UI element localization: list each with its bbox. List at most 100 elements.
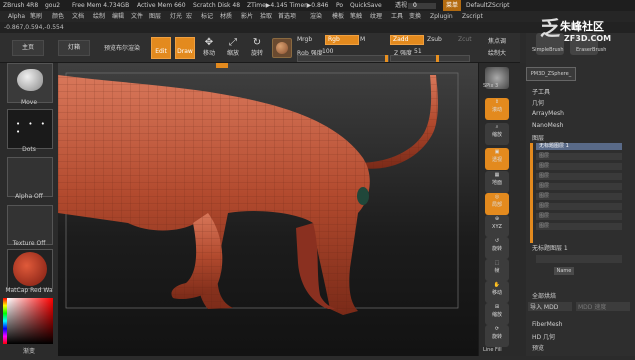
layer-tools-row[interactable] [536, 255, 622, 263]
z-intensity-slider[interactable] [390, 55, 470, 62]
rgb-intensity-slider[interactable] [297, 55, 389, 62]
mdd-speed-slider[interactable]: MDD 速度 [576, 302, 630, 311]
floor-icon: ▦ [494, 172, 500, 178]
layer-row[interactable]: 图层 [536, 193, 622, 200]
zsub-button[interactable]: Zsub [427, 36, 442, 43]
canvas-viewport[interactable] [58, 63, 478, 356]
local-button[interactable]: ◎ 局部 [485, 193, 509, 215]
draw-button[interactable]: Draw [175, 37, 195, 59]
menu-item[interactable]: 首选项 [278, 11, 296, 22]
layer-row[interactable]: 图层 [536, 173, 622, 180]
menu-item[interactable]: 变换 [409, 11, 421, 22]
menu-item[interactable]: 工具 [391, 11, 403, 22]
active-mem: Active Mem 660 [137, 2, 186, 9]
stroke-thumbnail[interactable]: • • • • [7, 109, 53, 149]
default-zscript[interactable]: DefaultZScript [466, 0, 509, 11]
zoom-button[interactable]: ⌕ 缩放 [485, 123, 509, 145]
pm3d-tool[interactable]: PM3D_ZSphere_ [526, 67, 576, 81]
menu-item[interactable]: 笔触 [350, 11, 362, 22]
model-tail [358, 75, 438, 169]
draw-size-label[interactable]: 绘制大 [488, 48, 506, 57]
layer-row[interactable]: 图层 [536, 223, 622, 230]
menu-item[interactable]: 渲染 [310, 11, 322, 22]
layer-row[interactable]: 图层 [536, 183, 622, 190]
move-tool-button[interactable]: ✥ 移动 [199, 37, 219, 57]
menu-item[interactable]: 文件 [131, 11, 143, 22]
layers-menu[interactable]: 图层 [532, 133, 544, 142]
scale-tool-label: 缩放 [226, 50, 239, 57]
menu-item[interactable]: Zscript [462, 11, 483, 22]
rotate-icon: ↻ [252, 37, 262, 48]
mrgb-button[interactable]: Mrgb [297, 36, 312, 43]
texture-thumbnail[interactable] [7, 205, 53, 245]
brush-thumbnail[interactable] [7, 63, 53, 103]
persp-label: 透视 [491, 157, 502, 163]
creature-model [58, 75, 438, 315]
subtool-menu[interactable]: 子工具 [532, 87, 550, 96]
layer-row-active[interactable]: 无标题图层 1 [536, 143, 622, 150]
fibermesh-menu[interactable]: FiberMesh [532, 321, 562, 328]
menu-item[interactable]: 影片 [241, 11, 253, 22]
layer-name-button[interactable]: Name [554, 267, 574, 275]
edit-button[interactable]: Edit [151, 37, 171, 59]
menu-item[interactable]: 纹理 [370, 11, 382, 22]
import-mdd-button[interactable]: 导入 MDD [528, 302, 572, 311]
persp-button[interactable]: ▣ 透视 [485, 148, 509, 170]
m-button[interactable]: M [360, 36, 365, 43]
menu-item[interactable]: 文档 [72, 11, 84, 22]
rotate-tool-button[interactable]: ↻ 旋转 [247, 37, 267, 57]
zcut-button[interactable]: Zcut [458, 36, 472, 43]
menu-item[interactable]: 灯光 [170, 11, 182, 22]
zadd-button[interactable]: Zadd [390, 35, 424, 45]
scale-tool-button[interactable]: ⤢ 缩放 [223, 37, 243, 57]
rgb-button[interactable]: Rgb [325, 35, 359, 45]
spix-label[interactable]: SPix 3 [483, 83, 498, 89]
line-fill-button[interactable]: Line Fill [483, 347, 502, 353]
color-picker[interactable] [7, 298, 53, 344]
material-thumbnail[interactable] [7, 249, 53, 289]
alpha-thumbnail[interactable] [7, 157, 53, 197]
home-button[interactable]: 主页 [12, 40, 44, 56]
layer-scrollbar[interactable] [530, 143, 533, 243]
menu-item[interactable]: 颜色 [52, 11, 64, 22]
floor-button[interactable]: ▦ 地面 [485, 171, 509, 193]
scroll-button[interactable]: ⇕ 滚动 [485, 98, 509, 120]
layer-row[interactable]: 图层 [536, 153, 622, 160]
preview-render-button[interactable]: 预览布尔渲染 [100, 43, 144, 52]
menu-item[interactable]: 拾取 [260, 11, 272, 22]
layer-row[interactable]: 图层 [536, 163, 622, 170]
bake-all-button[interactable]: 全部烘焙 [532, 291, 556, 300]
menu-item[interactable]: 模板 [332, 11, 344, 22]
frame-button[interactable]: ⬚ 帧 [485, 259, 509, 281]
layer-row[interactable]: 图层 [536, 203, 622, 210]
preview-menu[interactable]: 预览 [532, 343, 544, 352]
layer-row[interactable]: 图层 [536, 213, 622, 220]
menu-item[interactable]: Alpha [8, 11, 25, 22]
scroll-indicator[interactable] [216, 63, 228, 68]
quicksave-button[interactable]: QuickSave [350, 0, 382, 11]
hue-strip[interactable] [3, 298, 7, 344]
xyz-button[interactable]: ⊕ XYZ [485, 215, 509, 237]
focal-shift-label[interactable]: 焦点调 [488, 36, 506, 45]
geometry-menu[interactable]: 几何 [532, 98, 544, 107]
menu-item[interactable]: Zplugin [430, 11, 453, 22]
menu-item[interactable]: 编辑 [112, 11, 124, 22]
menu-item[interactable]: 图层 [149, 11, 161, 22]
arraymesh-menu[interactable]: ArrayMesh [532, 110, 564, 117]
menu-item[interactable]: 绘制 [93, 11, 105, 22]
move-view-label: 移动 [491, 290, 502, 296]
lightbox-button[interactable]: 灯箱 [58, 40, 90, 56]
nanomesh-menu[interactable]: NanoMesh [532, 122, 563, 129]
zoom-view-button[interactable]: ⊞ 缩放 [485, 303, 509, 325]
menus-button[interactable]: 菜单 [443, 0, 462, 11]
xyz-icon: ⊕ [494, 216, 500, 222]
menu-item[interactable]: 笔刷 [30, 11, 42, 22]
menu-item[interactable]: 材质 [220, 11, 232, 22]
rotate3d-button[interactable]: ⟳ 旋转 [485, 325, 509, 347]
menu-item[interactable]: 标记 [201, 11, 213, 22]
menu-item[interactable]: 宏 [186, 11, 192, 22]
material-swatch[interactable] [272, 38, 292, 58]
rotate-view-button[interactable]: ↺ 旋转 [485, 237, 509, 259]
hd-geometry-menu[interactable]: HD 几何 [532, 332, 555, 341]
move-view-button[interactable]: ✋ 移动 [485, 281, 509, 303]
